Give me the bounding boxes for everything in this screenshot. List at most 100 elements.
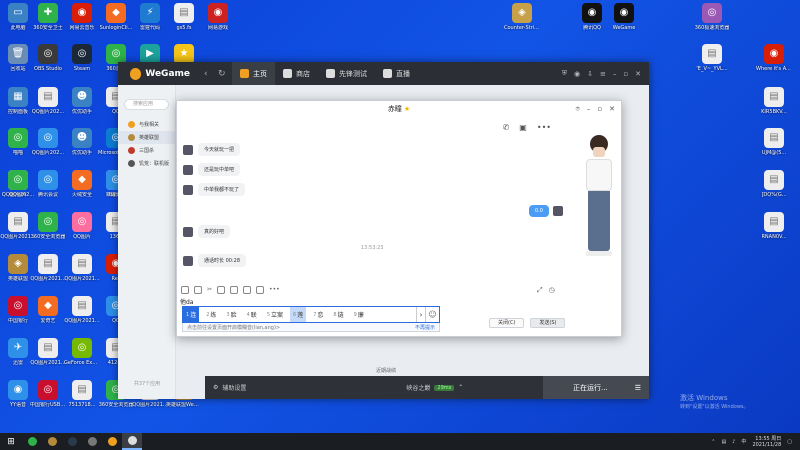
network-icon[interactable]: ▤: [721, 439, 726, 445]
desktop-icon[interactable]: ◎ 360极速浏览器: [694, 3, 730, 31]
image-icon[interactable]: [230, 286, 239, 294]
desktop-icon[interactable]: ▤ QQ图片2021...: [30, 254, 66, 282]
clock[interactable]: 13:55 周日 2021/11/28: [752, 436, 781, 448]
desktop-icon[interactable]: ◉ Where it's ATT - Mid...: [756, 44, 792, 72]
desktop-icon[interactable]: ◎ QQ图片: [0, 170, 36, 198]
tab-pioneer[interactable]: 先锋测试: [318, 62, 375, 85]
avatar[interactable]: [552, 206, 563, 216]
desktop-icon[interactable]: ▤ 7513718...: [64, 380, 100, 408]
desktop-icon[interactable]: ◆ SunloginCli...: [98, 3, 134, 31]
desktop-icon[interactable]: ⚡ 雷霆代码: [132, 3, 168, 31]
volume-icon[interactable]: ♪: [732, 439, 735, 445]
gif-icon[interactable]: [194, 286, 202, 294]
avatar[interactable]: [183, 255, 193, 266]
desktop-icon[interactable]: ◉ 腾讯QQ: [574, 3, 610, 31]
message-input[interactable]: 他da: [180, 297, 194, 306]
tab-home[interactable]: 主页: [232, 62, 275, 85]
ime-candidate[interactable]: 1连: [183, 307, 200, 322]
taskbar-app-obs[interactable]: [82, 433, 102, 450]
ime-dismiss-link[interactable]: 不再提示: [415, 324, 435, 331]
maximize-icon[interactable]: ▫: [597, 101, 602, 117]
start-button[interactable]: ⊞: [0, 433, 22, 450]
minimize-icon[interactable]: –: [613, 70, 617, 78]
ime-candidate[interactable]: 4联: [244, 307, 260, 322]
taskbar-app-360[interactable]: [22, 433, 42, 450]
minimize-icon[interactable]: –: [587, 101, 591, 117]
desktop-icon[interactable]: ☻ 优优助手: [64, 128, 100, 156]
chevron-up-icon[interactable]: ⌃: [711, 439, 715, 445]
desktop-icon[interactable]: ◉ WeGame: [606, 3, 642, 31]
desktop-icon[interactable]: ◈ Counter-Strike Global Off...: [504, 3, 540, 31]
video-icon[interactable]: ▣: [519, 123, 527, 132]
ime-indicator[interactable]: 中: [741, 438, 746, 445]
ime-candidate[interactable]: 6莲: [290, 307, 307, 322]
more-icon[interactable]: •••: [537, 123, 551, 132]
desktop-icon[interactable]: ✚ 360安全卫士: [30, 3, 66, 31]
desktop-icon[interactable]: ◎ QQ图片: [64, 212, 100, 240]
desktop-icon[interactable]: ▤ UJM@(5...: [756, 128, 792, 156]
screen-icon[interactable]: [243, 286, 252, 294]
desktop-icon[interactable]: ▤ gs5.fs: [166, 3, 202, 31]
expand-icon[interactable]: ⤢: [537, 286, 543, 295]
taskbar-app-steam[interactable]: [62, 433, 82, 450]
desktop-icon[interactable]: ◆ 爱奇艺: [30, 296, 66, 324]
phone-icon[interactable]: ✆: [503, 123, 510, 132]
menu-icon[interactable]: ☰: [635, 384, 641, 392]
sidebar-item-dontstarve[interactable]: 饥荒：联机版: [118, 157, 175, 170]
emoji-icon[interactable]: [181, 286, 189, 294]
desktop-icon[interactable]: ☻ 优优助手: [64, 87, 100, 115]
desktop-icon[interactable]: ▤ QQ图片2021...: [64, 296, 100, 324]
ime-candidate[interactable]: 7恋: [310, 307, 326, 322]
desktop-icon[interactable]: ◉ 网易游戏: [200, 3, 236, 31]
mic-icon[interactable]: [256, 286, 265, 294]
desktop-icon[interactable]: ◎ OBS Studio: [30, 44, 66, 72]
settings-icon[interactable]: ≡: [600, 70, 606, 78]
emoji-icon[interactable]: ☺: [425, 307, 439, 322]
close-icon[interactable]: ✕: [635, 70, 641, 78]
taskbar-app-chat[interactable]: [122, 433, 142, 450]
desktop-icon[interactable]: ▤ QQ图片2021...: [64, 254, 100, 282]
desktop-icon[interactable]: ◎ QQ图片202...: [30, 128, 66, 156]
history-icon[interactable]: ◷: [549, 286, 555, 295]
desktop-icon[interactable]: ◉ 网易云音乐: [64, 3, 100, 31]
notification-icon[interactable]: ▢: [787, 439, 792, 445]
scissors-icon[interactable]: ✂: [207, 286, 212, 294]
desktop-icon[interactable]: ▤ QQ图片202...: [30, 87, 66, 115]
avatar[interactable]: [183, 164, 193, 175]
tab-live[interactable]: 直播: [375, 62, 418, 85]
ime-candidate[interactable]: 2练: [203, 307, 219, 322]
taskbar-app-lol[interactable]: [42, 433, 62, 450]
pin-icon[interactable]: ⌾: [576, 101, 580, 117]
maximize-icon[interactable]: ▫: [623, 70, 628, 78]
assist-settings-button[interactable]: 辅助设置: [222, 383, 246, 392]
close-icon[interactable]: ✕: [609, 101, 615, 117]
desktop-icon[interactable]: ◎ 中国银行USBKey: [30, 380, 66, 408]
server-selector[interactable]: 峡谷之巅 29ms ⌃: [406, 383, 463, 392]
taskbar-app-wegame[interactable]: [102, 433, 122, 450]
refresh-icon[interactable]: ↻: [218, 69, 232, 79]
desktop-icon[interactable]: ◆ 火绒安全: [64, 170, 100, 198]
ime-candidate[interactable]: 3脸: [223, 307, 239, 322]
chevron-right-icon[interactable]: ›: [416, 307, 425, 322]
download-icon[interactable]: ⇩: [587, 70, 593, 78]
ime-candidate[interactable]: 8链: [330, 307, 346, 322]
sidebar-item-lol[interactable]: 英雄联盟: [118, 131, 175, 144]
ime-candidate[interactable]: 5 立案: [264, 307, 286, 322]
avatar[interactable]: [183, 226, 193, 237]
ime-hint-text[interactable]: 点击前往设置页面开启模糊音(lian,ang)>: [187, 324, 280, 331]
gear-icon[interactable]: ⚙: [213, 384, 218, 391]
desktop-icon[interactable]: ◎ 360安全浏览器: [30, 212, 66, 240]
avatar[interactable]: [183, 144, 193, 155]
send-button[interactable]: 发送(S): [530, 318, 566, 328]
running-button[interactable]: 正在运行... ☰: [543, 376, 649, 399]
desktop-icon[interactable]: ▤]DQ%(G...: [756, 170, 792, 198]
tab-store[interactable]: 商店: [275, 62, 318, 85]
back-icon[interactable]: ‹: [204, 69, 218, 79]
ime-candidate[interactable]: 9廉: [351, 307, 367, 322]
folder-icon[interactable]: [217, 286, 226, 294]
more-tools-icon[interactable]: •••: [269, 286, 280, 294]
close-chat-button[interactable]: 关闭(C): [489, 318, 525, 328]
sidebar-item-sanguosha[interactable]: 三国杀: [118, 144, 175, 157]
shield-icon[interactable]: ⛨: [562, 69, 567, 78]
desktop-icon[interactable]: ◎ Steam: [64, 44, 100, 72]
